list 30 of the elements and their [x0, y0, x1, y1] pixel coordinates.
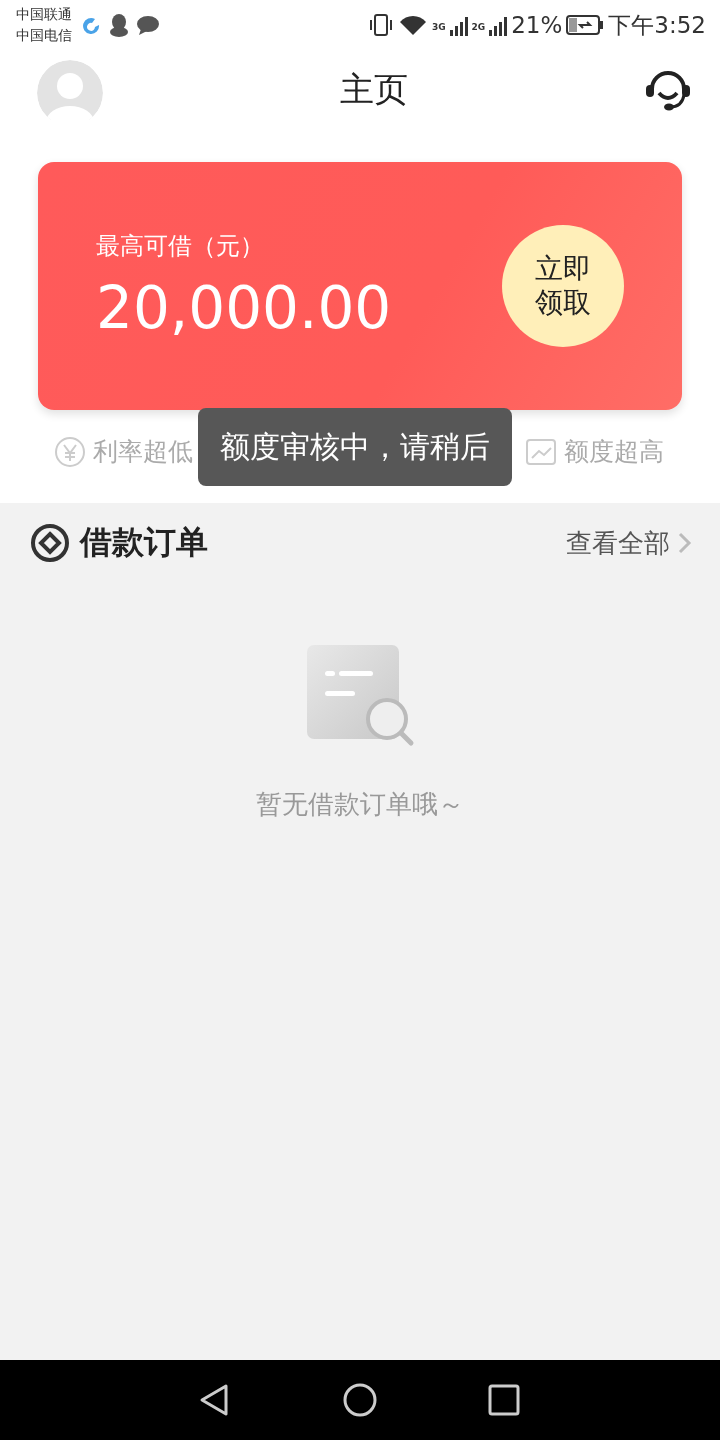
home-button[interactable] [343, 1383, 377, 1417]
network-label: 2G [471, 21, 486, 32]
swirl-icon [82, 15, 102, 35]
page-title: 主页 [339, 68, 408, 111]
credit-amount: 20,000.00 [96, 274, 392, 342]
section-title: 借款订单 [80, 522, 209, 563]
battery-percent: 21% [511, 12, 563, 38]
toast-message: 额度审核中，请稍后 [198, 408, 512, 486]
clock-time: 下午3:52 [608, 10, 706, 40]
avatar-icon [37, 60, 103, 120]
carrier-name: 中国电信 [16, 26, 72, 45]
signal-icon [489, 14, 508, 36]
battery-icon [566, 13, 605, 37]
feature-label: 额度超高 [564, 436, 664, 468]
claim-button[interactable]: 立即领取 [502, 225, 624, 347]
document-search-icon [305, 643, 415, 747]
home-icon [343, 1383, 377, 1417]
network-label: 3G [431, 21, 446, 32]
vibrate-icon [367, 13, 394, 37]
recent-apps-icon [487, 1383, 521, 1417]
feature-label: 利率超低 [93, 436, 193, 468]
chat-bubble-icon [136, 14, 160, 36]
yen-icon [54, 435, 86, 468]
credit-label: 最高可借（元） [96, 231, 265, 262]
view-all-link[interactable]: 查看全部 [566, 525, 692, 561]
carrier-name: 中国联通 [16, 5, 72, 24]
empty-message: 暂无借款订单哦～ [256, 788, 464, 821]
signal-icon [449, 14, 468, 36]
recent-apps-button[interactable] [487, 1383, 521, 1417]
chevron-right-icon [676, 531, 692, 555]
